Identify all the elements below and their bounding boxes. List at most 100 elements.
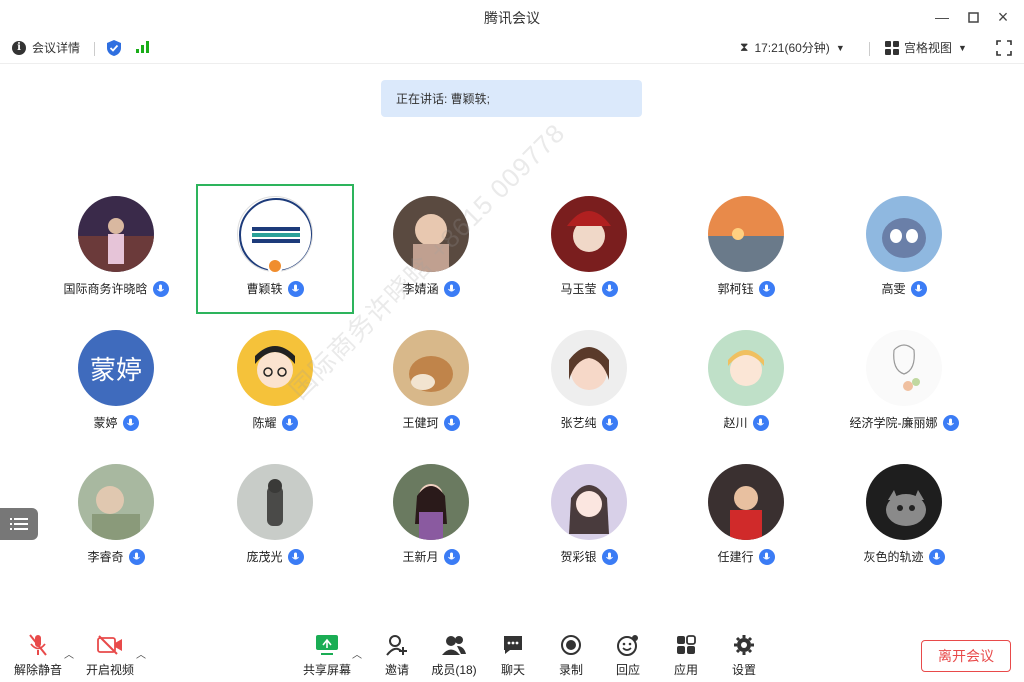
divider	[94, 42, 95, 56]
share-screen-icon	[297, 632, 357, 658]
participant-name-row: 赵川	[667, 414, 825, 431]
participant-name-row: 李婧涵	[352, 280, 510, 297]
participant-tile[interactable]: 马玉莹	[510, 184, 668, 314]
settings-button[interactable]: 设置	[714, 632, 774, 678]
close-icon[interactable]: ×	[992, 6, 1014, 28]
participant-name: 赵川	[723, 416, 748, 430]
grid-view-icon	[885, 40, 899, 55]
chevron-up-icon[interactable]: ︿	[136, 646, 146, 661]
participant-tile[interactable]: 任建行	[667, 452, 825, 582]
apps-button[interactable]: 应用	[656, 632, 716, 678]
bottom-control-bar: 解除静音 ︿ 开启视频 ︿ 共享屏幕 ︿ 邀请 成员(18) 聊天 录制 回应 …	[0, 628, 1024, 682]
fullscreen-icon[interactable]	[996, 40, 1012, 56]
minimize-icon[interactable]: —	[931, 6, 953, 28]
view-mode-label: 宫格视图	[904, 41, 953, 55]
participant-tile[interactable]: 庞茂光	[196, 452, 354, 582]
members-button[interactable]: 成员(18)	[424, 632, 484, 678]
chevron-down-icon: ▼	[958, 42, 967, 53]
participant-name: 国际商务许晓晗	[63, 282, 148, 296]
microphone-icon	[287, 548, 304, 565]
meeting-time-button[interactable]: ⧗ 17:21(60分钟) ▼	[740, 39, 845, 56]
meeting-time: 17:21(60分钟)	[754, 41, 830, 55]
participant-name: 任建行	[717, 550, 754, 564]
avatar	[866, 196, 942, 272]
chat-icon	[483, 632, 543, 658]
participant-name: 贺彩银	[560, 550, 597, 564]
members-icon	[424, 632, 484, 658]
avatar	[237, 464, 313, 540]
participant-tile[interactable]: 李睿奇	[37, 452, 195, 582]
microphone-icon	[443, 280, 460, 297]
participant-name-row: 李睿奇	[37, 548, 195, 565]
participant-tile[interactable]: 王健珂	[352, 318, 510, 448]
leave-meeting-button[interactable]: 离开会议	[921, 640, 1011, 672]
microphone-icon	[601, 280, 618, 297]
record-button[interactable]: 录制	[541, 632, 601, 678]
avatar	[237, 330, 313, 406]
participant-tile[interactable]: 国际商务许晓晗	[37, 184, 195, 314]
participant-tile[interactable]: 蒙婷 蒙婷	[37, 318, 195, 448]
reaction-icon	[598, 632, 658, 658]
participant-name-row: 贺彩银	[510, 548, 668, 565]
unmute-label: 解除静音	[13, 663, 62, 677]
security-shield-icon[interactable]	[106, 39, 122, 57]
participant-name: 李婧涵	[402, 282, 439, 296]
participant-name: 灰色的轨迹	[863, 550, 924, 564]
participant-tile-active-speaker[interactable]: 曹颖轶	[196, 184, 354, 314]
participant-name: 王新月	[402, 550, 439, 564]
share-screen-button[interactable]: 共享屏幕	[297, 632, 357, 678]
microphone-icon	[601, 414, 618, 431]
hourglass-icon: ⧗	[740, 40, 749, 54]
participant-name: 陈耀	[252, 416, 277, 430]
chevron-up-icon[interactable]: ︿	[352, 646, 362, 661]
meeting-details-label: 会议详情	[32, 41, 81, 55]
microphone-icon	[758, 280, 775, 297]
participant-tile[interactable]: 李婧涵	[352, 184, 510, 314]
maximize-icon[interactable]	[962, 6, 984, 28]
avatar	[866, 464, 942, 540]
list-icon	[10, 518, 28, 530]
participant-tile[interactable]: 陈耀	[196, 318, 354, 448]
microphone-icon	[281, 414, 298, 431]
chevron-up-icon[interactable]: ︿	[64, 646, 74, 661]
participant-name: 曹颖轶	[246, 282, 283, 296]
participant-name: 高雯	[881, 282, 906, 296]
participant-tile[interactable]: 灰色的轨迹	[825, 452, 983, 582]
participant-tile[interactable]: 赵川	[667, 318, 825, 448]
chat-button[interactable]: 聊天	[483, 632, 543, 678]
participant-tile[interactable]: 王新月	[352, 452, 510, 582]
unmute-button[interactable]: 解除静音	[8, 632, 68, 678]
camera-off-icon	[80, 632, 140, 658]
avatar	[393, 464, 469, 540]
meeting-details-button[interactable]: i 会议详情	[12, 39, 80, 56]
side-panel-toggle[interactable]	[0, 508, 38, 540]
participant-tile[interactable]: 郭柯钰	[667, 184, 825, 314]
avatar	[78, 196, 154, 272]
apps-label: 应用	[673, 663, 698, 677]
apps-icon	[656, 632, 716, 658]
reaction-button[interactable]: 回应	[598, 632, 658, 678]
divider	[0, 63, 1024, 64]
divider	[869, 42, 870, 56]
start-video-button[interactable]: 开启视频	[80, 632, 140, 678]
microphone-icon	[758, 548, 775, 565]
microphone-icon	[910, 280, 927, 297]
invite-button[interactable]: 邀请	[367, 632, 427, 678]
microphone-icon	[443, 548, 460, 565]
network-signal-icon[interactable]	[136, 41, 149, 53]
avatar	[393, 196, 469, 272]
avatar	[393, 330, 469, 406]
participant-name-row: 郭柯钰	[667, 280, 825, 297]
chat-label: 聊天	[500, 663, 525, 677]
participant-name-row: 庞茂光	[196, 548, 354, 565]
participant-name-row: 蒙婷	[37, 414, 195, 431]
participant-name-row: 曹颖轶	[198, 280, 352, 297]
view-mode-button[interactable]: 宫格视图 ▼	[885, 39, 967, 56]
participant-tile[interactable]: 张艺纯	[510, 318, 668, 448]
gear-icon	[714, 632, 774, 658]
microphone-icon	[752, 414, 769, 431]
participant-tile[interactable]: 贺彩银	[510, 452, 668, 582]
participant-tile[interactable]: 经济学院-廉丽娜	[825, 318, 983, 448]
microphone-icon	[287, 280, 304, 297]
participant-tile[interactable]: 高雯	[825, 184, 983, 314]
